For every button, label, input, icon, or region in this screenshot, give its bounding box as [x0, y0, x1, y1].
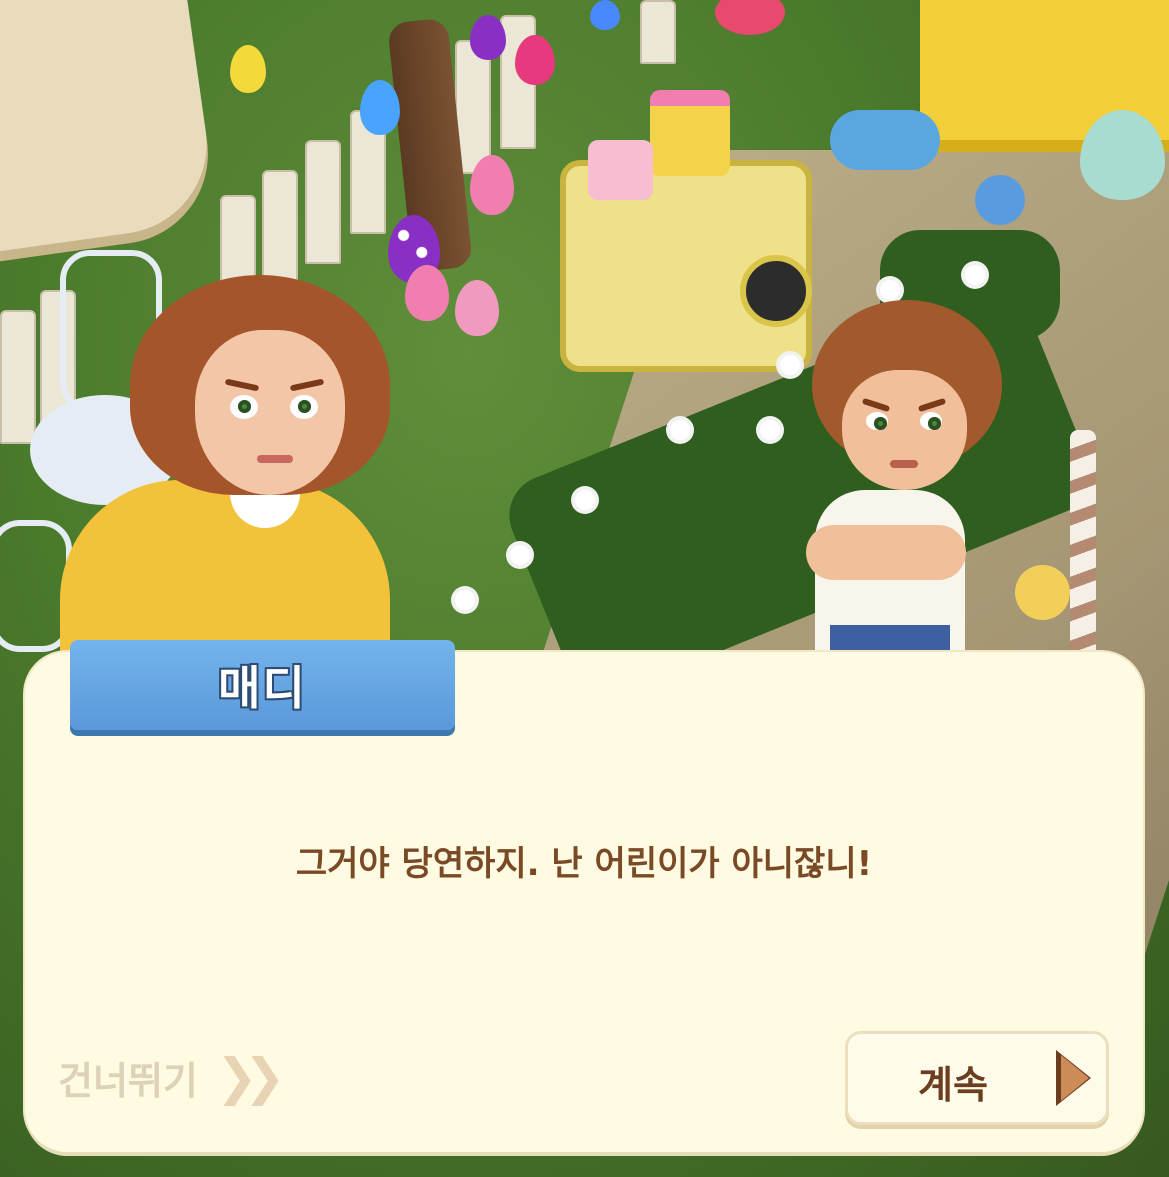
brow [289, 378, 325, 392]
continue-label: 계속 [918, 1063, 988, 1107]
flower [760, 420, 780, 440]
flower [670, 420, 690, 440]
skip-button[interactable]: 건너뛰기 ❯❯ [58, 1048, 286, 1106]
flower [510, 545, 530, 565]
parasol [0, 0, 219, 257]
ribbon-post [1070, 430, 1096, 660]
bunny-ornament [515, 35, 555, 85]
eye [920, 412, 942, 430]
speaker-name: 매디 [218, 661, 307, 715]
cake [650, 90, 730, 176]
flower [455, 590, 475, 610]
speaker-name-tab: 매디 [70, 640, 455, 730]
brow [917, 397, 947, 413]
bunny-ornament [360, 80, 400, 135]
cart-wheel [740, 255, 812, 327]
eye [290, 395, 318, 419]
toy-helicopter [830, 110, 940, 170]
easter-egg [405, 265, 449, 321]
toy-ball [1015, 565, 1070, 620]
eye [866, 412, 888, 430]
kid-face [842, 370, 967, 490]
flower [880, 280, 900, 300]
fence-post [305, 140, 341, 264]
dialog-text: 그거야 당연하지. 난 어린이가 아니잖니! [295, 844, 873, 884]
mouth [257, 455, 293, 463]
flower [575, 490, 595, 510]
eye [230, 395, 258, 419]
cake [588, 140, 653, 200]
flower [965, 265, 985, 285]
skip-label: 건너뛰기 [58, 1058, 198, 1103]
easter-egg [590, 0, 620, 30]
fence-post [640, 0, 676, 64]
fence-post [0, 310, 36, 444]
bunny-ornament [470, 15, 506, 60]
mouth [890, 460, 918, 468]
continue-button[interactable]: 계속 [845, 1031, 1109, 1125]
flower [780, 355, 800, 375]
play-triangle-icon [1061, 1055, 1089, 1101]
balloon [715, 0, 785, 35]
easter-egg [470, 155, 514, 215]
kid-crossed-arms [806, 525, 966, 580]
brow [861, 397, 891, 413]
brow [224, 378, 260, 392]
easter-egg [455, 280, 499, 336]
bunny-ornament [230, 45, 266, 93]
maddie-face [195, 330, 345, 495]
game-scene: 매디 그거야 당연하지. 난 어린이가 아니잖니! 건너뛰기 ❯❯ 계속 [0, 0, 1169, 1177]
toy-ball [975, 175, 1025, 225]
double-chevron-right-icon: ❯❯ [215, 1048, 286, 1106]
